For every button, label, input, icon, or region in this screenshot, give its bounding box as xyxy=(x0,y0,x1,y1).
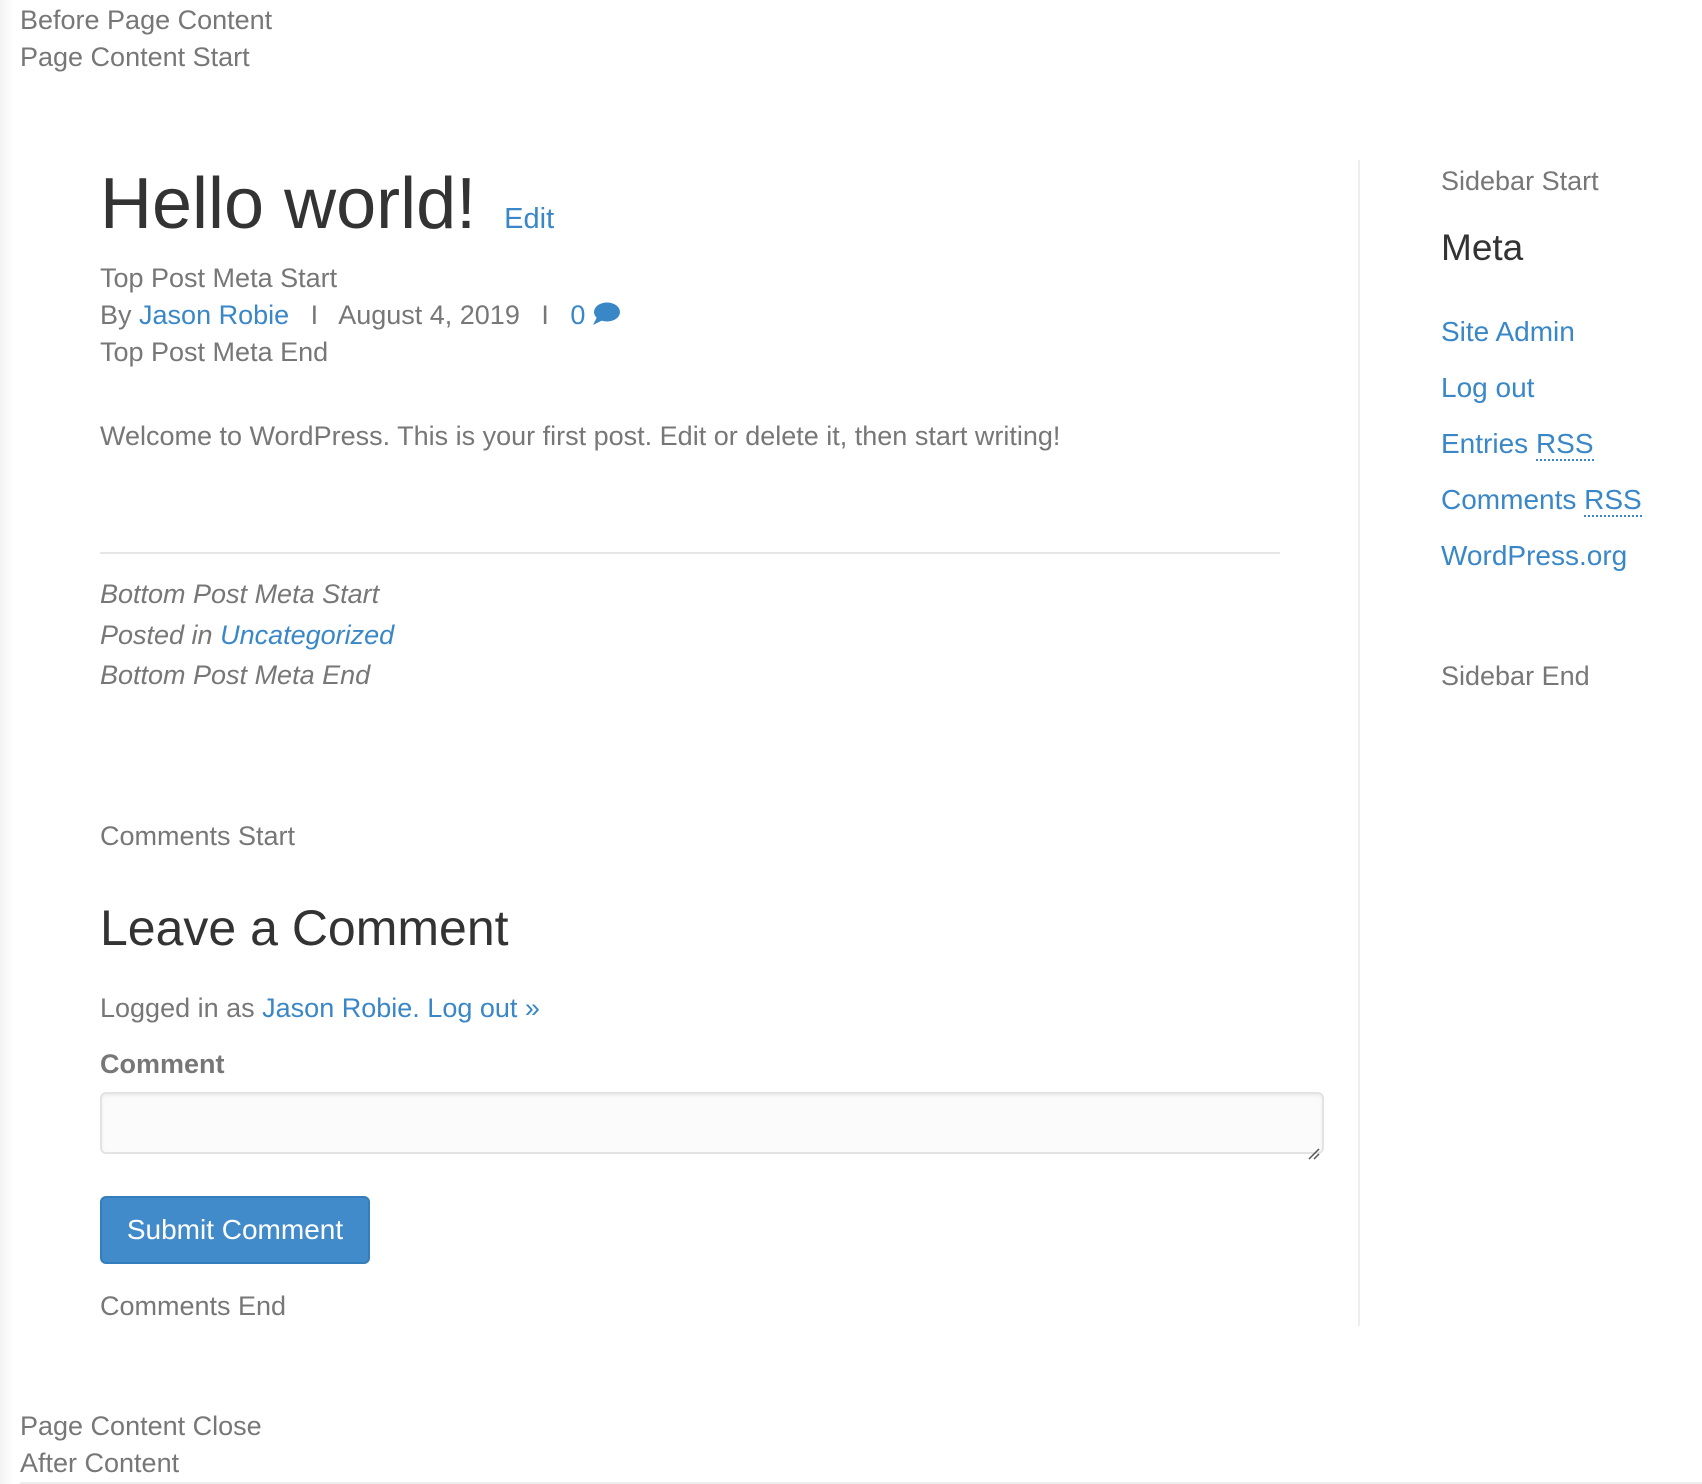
top-post-meta-start-marker: Top Post Meta Start xyxy=(100,263,338,293)
bottom-post-meta-end-marker: Bottom Post Meta End xyxy=(100,660,371,690)
before-page-content-marker: Before Page Content xyxy=(20,5,273,35)
wordpress-org-link[interactable]: WordPress.org xyxy=(1441,540,1627,571)
by-label: By xyxy=(100,300,132,330)
sidebar-start-marker: Sidebar Start xyxy=(1441,166,1599,196)
rss-abbr: RSS xyxy=(1584,484,1642,517)
post-meta: By Jason Robie I August 4, 2019 I 0 xyxy=(100,295,621,335)
comments-label: Comments xyxy=(1441,484,1577,515)
sidebar-logout-link[interactable]: Log out xyxy=(1441,372,1534,403)
submit-comment-button[interactable]: Submit Comment xyxy=(100,1196,370,1264)
bottom-post-meta-start-marker: Bottom Post Meta Start xyxy=(100,579,380,609)
period: . xyxy=(412,993,420,1023)
post-date: August 4, 2019 xyxy=(338,300,520,330)
posted-in: Posted in Uncategorized xyxy=(100,615,394,655)
after-content-marker: After Content xyxy=(20,1448,180,1478)
meta-separator: I xyxy=(310,300,319,330)
list-item: Log out xyxy=(1441,368,1642,408)
sidebar-end-marker: Sidebar End xyxy=(1441,661,1590,691)
resize-grip-icon[interactable] xyxy=(1306,1136,1320,1160)
post-title: Hello world! Edit xyxy=(100,160,554,263)
posted-in-label: Posted in xyxy=(100,620,213,650)
post-body: Welcome to WordPress. This is your first… xyxy=(100,421,1061,451)
meta-separator: I xyxy=(541,300,549,330)
list-item: Entries RSS xyxy=(1441,424,1642,464)
entries-rss-link[interactable]: Entries RSS xyxy=(1441,428,1594,461)
logged-in-prefix: Logged in as xyxy=(100,993,255,1023)
page-edge-shadow xyxy=(0,0,14,1484)
list-item: Comments RSS xyxy=(1441,480,1642,520)
comment-count-link[interactable]: 0 xyxy=(570,300,621,330)
page-content-close-marker: Page Content Close xyxy=(20,1411,262,1441)
logged-in-as: Logged in as Jason Robie. Log out » xyxy=(100,988,540,1028)
speech-bubble-icon xyxy=(591,297,621,325)
logout-link[interactable]: Log out » xyxy=(427,993,540,1023)
post-title-text: Hello world! xyxy=(100,164,477,244)
site-admin-link[interactable]: Site Admin xyxy=(1441,316,1575,347)
author-link[interactable]: Jason Robie xyxy=(139,300,289,330)
comments-start-marker: Comments Start xyxy=(100,821,296,851)
logged-in-user-link[interactable]: Jason Robie xyxy=(262,993,412,1023)
sidebar-divider xyxy=(1358,160,1360,1326)
meta-widget-links: Site Admin Log out Entries RSS Comments … xyxy=(1441,312,1642,592)
comments-rss-link[interactable]: Comments RSS xyxy=(1441,484,1642,517)
page-content-start-marker: Page Content Start xyxy=(20,42,250,72)
top-post-meta-end-marker: Top Post Meta End xyxy=(100,337,329,367)
rss-abbr: RSS xyxy=(1535,428,1594,461)
leave-comment-heading: Leave a Comment xyxy=(100,900,509,956)
comment-count: 0 xyxy=(570,300,586,330)
list-item: Site Admin xyxy=(1441,312,1642,352)
comment-field-label: Comment xyxy=(100,1049,225,1079)
list-item: WordPress.org xyxy=(1441,536,1642,576)
post-divider xyxy=(100,552,1280,554)
meta-widget-title: Meta xyxy=(1441,227,1524,268)
category-link[interactable]: Uncategorized xyxy=(220,620,394,650)
comments-end-marker: Comments End xyxy=(100,1291,287,1321)
comment-textarea[interactable] xyxy=(100,1092,1324,1154)
entries-label: Entries xyxy=(1441,428,1529,459)
edit-post-link[interactable]: Edit xyxy=(504,203,554,235)
